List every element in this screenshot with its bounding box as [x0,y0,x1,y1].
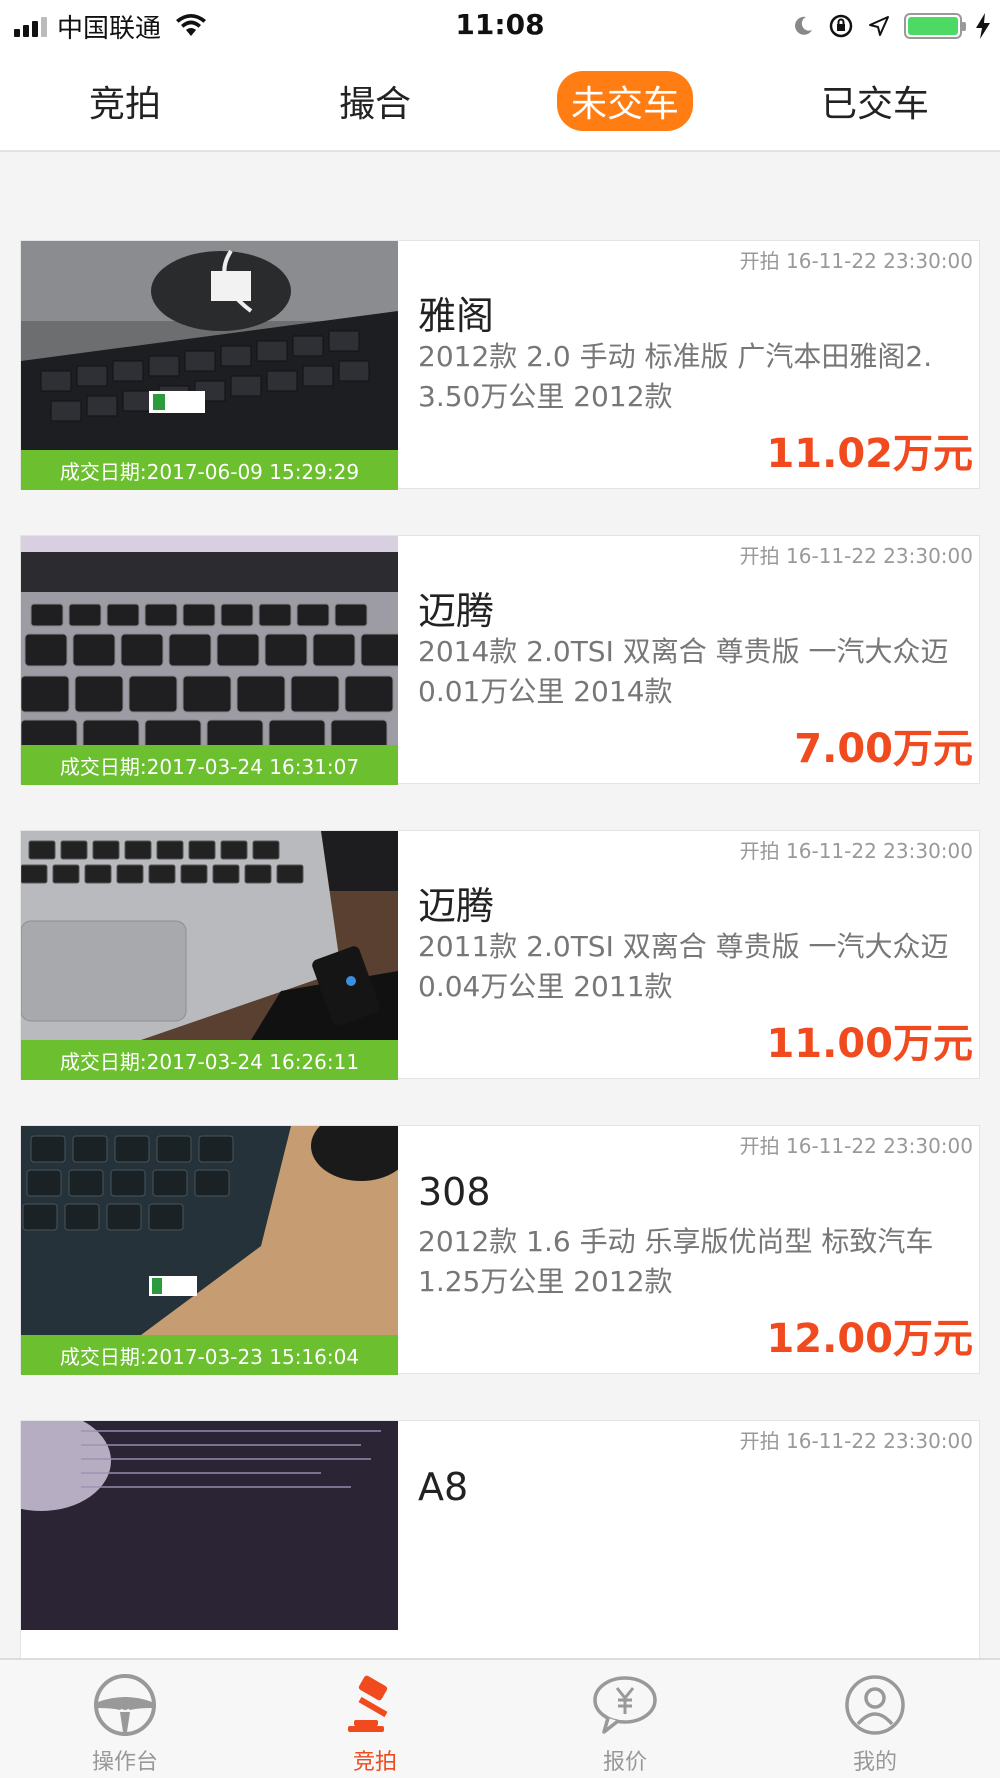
car-photo [21,1421,398,1630]
car-price: 11.02万元 [766,431,973,477]
car-price: 12.00万元 [766,1316,973,1362]
car-description: 2012款 2.0 手动 标准版 广汽本田雅阁2. [418,340,933,373]
deal-date-banner: 成交日期:2017-03-24 16:26:11 [21,1040,398,1080]
car-description: 2011款 2.0TSI 双离合 尊贵版 一汽大众迈 [418,930,949,963]
tab-label: 竞拍 [88,84,161,125]
tabbar-mine[interactable]: 我的 [750,1660,1000,1778]
rotation-lock-icon [829,14,853,38]
car-mileage: 0.04万公里 2011款 [418,970,673,1003]
car-thumbnail: 成交日期:2017-06-09 15:29:29 [21,241,398,490]
listing-card[interactable]: 成交日期:2017-03-24 16:26:11 开拍 16-11-22 23:… [20,830,980,1080]
charging-bolt-icon [976,13,990,39]
car-thumbnail: 成交日期:2017-03-24 16:26:11 [21,831,398,1080]
car-name: 迈腾 [418,589,495,633]
moon-icon [795,16,812,35]
car-thumbnail: 成交日期:2017-03-23 15:16:04 [21,1126,398,1375]
battery-icon [904,13,966,39]
auction-start-time: 开拍 16-11-22 23:30:00 [739,839,973,863]
tabbar-label: 我的 [852,1750,897,1775]
listing-list[interactable]: 成交日期:2017-06-09 15:29:29 开拍 16-11-22 23:… [0,154,1000,1658]
car-mileage: 3.50万公里 2012款 [418,380,673,413]
bottom-tab-bar: 操作台 竞拍 报价 我的 [0,1658,1000,1778]
tab-delivered[interactable]: 已交车 [750,52,1000,150]
car-photo [21,241,398,450]
tabbar-quote[interactable]: 报价 [500,1660,750,1778]
listing-card[interactable]: 成交日期:2017-06-09 15:29:29 开拍 16-11-22 23:… [20,240,980,490]
car-thumbnail: 成交日期:2017-03-24 16:31:07 [21,536,398,785]
car-thumbnail [21,1421,398,1658]
car-photo [21,831,398,1040]
car-photo [21,536,398,745]
car-description: 2014款 2.0TSI 双离合 尊贵版 一汽大众迈 [418,635,949,668]
auction-start-time: 开拍 16-11-22 23:30:00 [739,249,973,273]
status-bar: 中国联通 11:08 [0,0,1000,52]
user-icon [840,1670,910,1740]
car-name: 308 [418,1170,491,1214]
auction-start-time: 开拍 16-11-22 23:30:00 [739,544,973,568]
steering-wheel-icon [90,1670,160,1740]
tab-matching[interactable]: 撮合 [250,52,500,150]
car-mileage: 0.01万公里 2014款 [418,675,673,708]
car-name: 雅阁 [418,294,495,338]
car-mileage: 1.25万公里 2012款 [418,1265,673,1298]
listing-card[interactable]: 开拍 16-11-22 23:30:00 A8 [20,1420,980,1658]
tab-label: 已交车 [820,84,929,125]
price-bubble-icon [590,1670,660,1740]
segment-tabs: 竞拍 撮合 未交车 已交车 [0,52,1000,152]
auction-start-time: 开拍 16-11-22 23:30:00 [739,1134,973,1158]
listing-card[interactable]: 成交日期:2017-03-23 15:16:04 开拍 16-11-22 23:… [20,1125,980,1375]
deal-date-banner: 成交日期:2017-03-24 16:31:07 [21,745,398,785]
tab-label: 未交车 [556,71,693,131]
car-name: A8 [418,1465,469,1509]
tab-auction[interactable]: 竞拍 [0,52,250,150]
car-price: 7.00万元 [794,726,973,772]
tabbar-auction[interactable]: 竞拍 [250,1660,500,1778]
car-name: 迈腾 [418,884,495,928]
gavel-icon [340,1670,410,1740]
deal-date-banner: 成交日期:2017-03-23 15:16:04 [21,1335,398,1375]
tabbar-label: 竞拍 [352,1750,397,1775]
car-description: 2012款 1.6 手动 乐享版优尚型 标致汽车 [418,1225,934,1258]
listing-card[interactable]: 成交日期:2017-03-24 16:31:07 开拍 16-11-22 23:… [20,535,980,785]
tabbar-dashboard[interactable]: 操作台 [0,1660,250,1778]
car-photo [21,1126,398,1335]
tabbar-label: 报价 [602,1750,647,1775]
car-price: 11.00万元 [766,1021,973,1067]
tab-label: 撮合 [338,84,411,125]
tab-undelivered[interactable]: 未交车 [500,52,750,150]
auction-start-time: 开拍 16-11-22 23:30:00 [739,1429,973,1453]
tabbar-label: 操作台 [91,1750,158,1775]
location-arrow-icon [869,16,889,36]
deal-date-banner: 成交日期:2017-06-09 15:29:29 [21,450,398,490]
